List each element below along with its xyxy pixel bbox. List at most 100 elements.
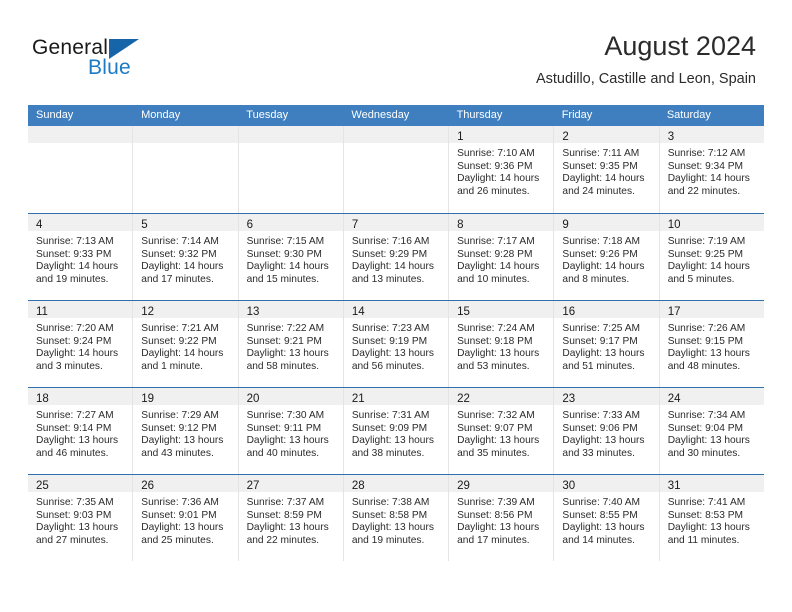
sunrise-text: Sunrise: 7:34 AM (667, 410, 746, 421)
day-details: Sunrise: 7:38 AM Sunset: 8:58 PM Daylight:… (344, 492, 448, 547)
sunrise-text: Sunrise: 7:20 AM (36, 323, 114, 334)
day-details: Sunrise: 7:36 AM Sunset: 9:01 PM Daylight:… (133, 492, 237, 547)
sunset-text: Sunset: 9:21 PM (246, 335, 322, 347)
calendar-day-cell[interactable]: 27 Sunrise: 7:37 AM Sunset: 8:59 PM Dayligh… (237, 475, 343, 561)
day-number-band: 30 (554, 475, 659, 492)
day-details: Sunrise: 7:17 AM Sunset: 9:28 PM Daylight:… (449, 231, 553, 286)
sunrise-text: Sunrise: 7:31 AM (351, 410, 430, 421)
calendar-day-cell[interactable]: 31 Sunrise: 7:41 AM Sunset: 8:53 PM Dayligh… (658, 475, 764, 561)
daylight-text-line1: Daylight: 13 hours (246, 522, 329, 534)
day-details: Sunrise: 7:11 AM Sunset: 9:35 PM Daylight:… (554, 143, 658, 198)
calendar-day-cell[interactable]: 4 Sunrise: 7:13 AM Sunset: 9:33 PM Daylight… (28, 214, 133, 300)
daylight-text-line2: and 11 minutes. (667, 534, 740, 546)
sunrise-text: Sunrise: 7:39 AM (457, 497, 535, 508)
day-number: 30 (562, 480, 576, 492)
calendar-day-cell[interactable]: 5 Sunrise: 7:14 AM Sunset: 9:32 PM Daylight… (132, 214, 238, 300)
sunrise-text: Sunrise: 7:41 AM (667, 497, 746, 508)
day-number-band (343, 126, 449, 143)
daylight-text-line1: Daylight: 13 hours (667, 522, 750, 534)
day-details: Sunrise: 7:25 AM Sunset: 9:17 PM Daylight:… (554, 318, 658, 373)
sunset-text: Sunset: 9:26 PM (562, 248, 638, 260)
calendar-day-cell[interactable]: 12 Sunrise: 7:21 AM Sunset: 9:22 PM Dayligh… (132, 301, 238, 387)
calendar-day-cell[interactable]: 19 Sunrise: 7:29 AM Sunset: 9:12 PM Dayligh… (132, 388, 238, 474)
calendar-day-cell[interactable]: 16 Sunrise: 7:25 AM Sunset: 9:17 PM Dayligh… (553, 301, 659, 387)
calendar-day-cell-empty (237, 126, 343, 213)
sunset-text: Sunset: 9:11 PM (246, 422, 322, 434)
day-number: 18 (36, 393, 49, 405)
sunrise-text: Sunrise: 7:18 AM (562, 236, 640, 247)
calendar-day-cell[interactable]: 17 Sunrise: 7:26 AM Sunset: 9:15 PM Dayligh… (658, 301, 764, 387)
day-number: 25 (36, 480, 49, 492)
daylight-text-line2: and 51 minutes. (562, 360, 635, 372)
sunset-text: Sunset: 9:18 PM (457, 335, 533, 347)
calendar-day-cell[interactable]: 24 Sunrise: 7:34 AM Sunset: 9:04 PM Dayligh… (658, 388, 764, 474)
day-details: Sunrise: 7:23 AM Sunset: 9:19 PM Daylight:… (344, 318, 448, 373)
sunrise-text: Sunrise: 7:12 AM (667, 148, 746, 159)
calendar-day-cell[interactable]: 1 Sunrise: 7:10 AM Sunset: 9:36 PM Daylight… (448, 126, 554, 213)
calendar-day-cell[interactable]: 14 Sunrise: 7:23 AM Sunset: 9:19 PM Dayligh… (342, 301, 449, 387)
daylight-text-line1: Daylight: 14 hours (667, 173, 750, 185)
calendar-day-cell[interactable]: 2 Sunrise: 7:11 AM Sunset: 9:35 PM Daylight… (553, 126, 659, 213)
calendar-day-cell[interactable]: 25 Sunrise: 7:35 AM Sunset: 9:03 PM Dayligh… (28, 475, 133, 561)
day-number-band: 13 (238, 301, 343, 318)
calendar-day-cell[interactable]: 8 Sunrise: 7:17 AM Sunset: 9:28 PM Daylight… (448, 214, 554, 300)
day-number-band: 17 (659, 301, 764, 318)
day-details: Sunrise: 7:16 AM Sunset: 9:29 PM Daylight:… (344, 231, 448, 286)
day-number-band (238, 126, 343, 143)
day-details: Sunrise: 7:12 AM Sunset: 9:34 PM Daylight:… (660, 143, 764, 198)
calendar-day-cell[interactable]: 18 Sunrise: 7:27 AM Sunset: 9:14 PM Dayligh… (28, 388, 133, 474)
calendar-day-cell[interactable]: 30 Sunrise: 7:40 AM Sunset: 8:55 PM Dayligh… (553, 475, 659, 561)
calendar-day-cell[interactable]: 26 Sunrise: 7:36 AM Sunset: 9:01 PM Dayligh… (132, 475, 238, 561)
day-number: 15 (457, 306, 470, 318)
daylight-text-line2: and 14 minutes. (562, 534, 635, 546)
calendar-day-cell[interactable]: 10 Sunrise: 7:19 AM Sunset: 9:25 PM Dayligh… (658, 214, 764, 300)
sunset-text: Sunset: 9:28 PM (457, 248, 533, 260)
day-number: 17 (667, 306, 681, 318)
daylight-text-line2: and 19 minutes. (351, 534, 425, 546)
calendar-day-cell[interactable]: 23 Sunrise: 7:33 AM Sunset: 9:06 PM Dayligh… (553, 388, 659, 474)
daylight-text-line2: and 24 minutes. (562, 185, 635, 197)
daylight-text-line2: and 58 minutes. (246, 360, 320, 372)
calendar-day-cell[interactable]: 13 Sunrise: 7:22 AM Sunset: 9:21 PM Dayligh… (237, 301, 343, 387)
calendar-day-cell[interactable]: 15 Sunrise: 7:24 AM Sunset: 9:18 PM Dayligh… (448, 301, 554, 387)
calendar-day-cell[interactable]: 29 Sunrise: 7:39 AM Sunset: 8:56 PM Dayligh… (448, 475, 554, 561)
calendar-week-row: 11 Sunrise: 7:20 AM Sunset: 9:24 PM Dayligh… (28, 300, 764, 387)
day-number-band: 9 (554, 214, 659, 231)
day-details: Sunrise: 7:20 AM Sunset: 9:24 PM Daylight:… (28, 318, 132, 373)
day-number-band: 16 (554, 301, 659, 318)
calendar-day-cell[interactable]: 6 Sunrise: 7:15 AM Sunset: 9:30 PM Daylight… (237, 214, 343, 300)
day-number: 27 (246, 480, 260, 492)
calendar-week-row: 18 Sunrise: 7:27 AM Sunset: 9:14 PM Dayligh… (28, 387, 764, 474)
daylight-text-line2: and 35 minutes. (457, 447, 530, 459)
sunset-text: Sunset: 8:55 PM (562, 509, 638, 521)
sunrise-text: Sunrise: 7:23 AM (351, 323, 430, 334)
weekday-header-row: Sunday Monday Tuesday Wednesday Thursday… (28, 105, 764, 126)
day-number: 9 (562, 219, 569, 231)
day-number: 13 (246, 306, 260, 318)
calendar-day-cell[interactable]: 9 Sunrise: 7:18 AM Sunset: 9:26 PM Daylight… (553, 214, 659, 300)
day-number-band: 4 (28, 214, 133, 231)
day-number: 29 (457, 480, 470, 492)
day-number: 2 (562, 131, 569, 143)
sunrise-text: Sunrise: 7:21 AM (141, 323, 219, 334)
day-number: 16 (562, 306, 576, 318)
calendar-day-cell[interactable]: 28 Sunrise: 7:38 AM Sunset: 8:58 PM Dayligh… (342, 475, 449, 561)
calendar-day-cell[interactable]: 11 Sunrise: 7:20 AM Sunset: 9:24 PM Dayligh… (28, 301, 133, 387)
daylight-text-line2: and 43 minutes. (141, 447, 214, 459)
daylight-text-line1: Daylight: 13 hours (246, 348, 329, 360)
day-number-band: 6 (238, 214, 343, 231)
sunset-text: Sunset: 9:17 PM (562, 335, 638, 347)
daylight-text-line1: Daylight: 13 hours (36, 522, 119, 534)
sunrise-text: Sunrise: 7:37 AM (246, 497, 325, 508)
daylight-text-line2: and 22 minutes. (246, 534, 320, 546)
sunset-text: Sunset: 9:36 PM (457, 160, 533, 172)
calendar-day-cell[interactable]: 21 Sunrise: 7:31 AM Sunset: 9:09 PM Dayligh… (342, 388, 449, 474)
daylight-text-line1: Daylight: 13 hours (562, 348, 645, 360)
general-blue-logo[interactable]: General Blue (32, 36, 252, 88)
calendar-day-cell[interactable]: 7 Sunrise: 7:16 AM Sunset: 9:29 PM Daylight… (342, 214, 449, 300)
day-number-band: 26 (133, 475, 238, 492)
daylight-text-line1: Daylight: 13 hours (246, 435, 329, 447)
calendar-day-cell[interactable]: 20 Sunrise: 7:30 AM Sunset: 9:11 PM Dayligh… (237, 388, 343, 474)
calendar-day-cell[interactable]: 3 Sunrise: 7:12 AM Sunset: 9:34 PM Daylight… (658, 126, 764, 213)
calendar-day-cell[interactable]: 22 Sunrise: 7:32 AM Sunset: 9:07 PM Dayligh… (448, 388, 554, 474)
